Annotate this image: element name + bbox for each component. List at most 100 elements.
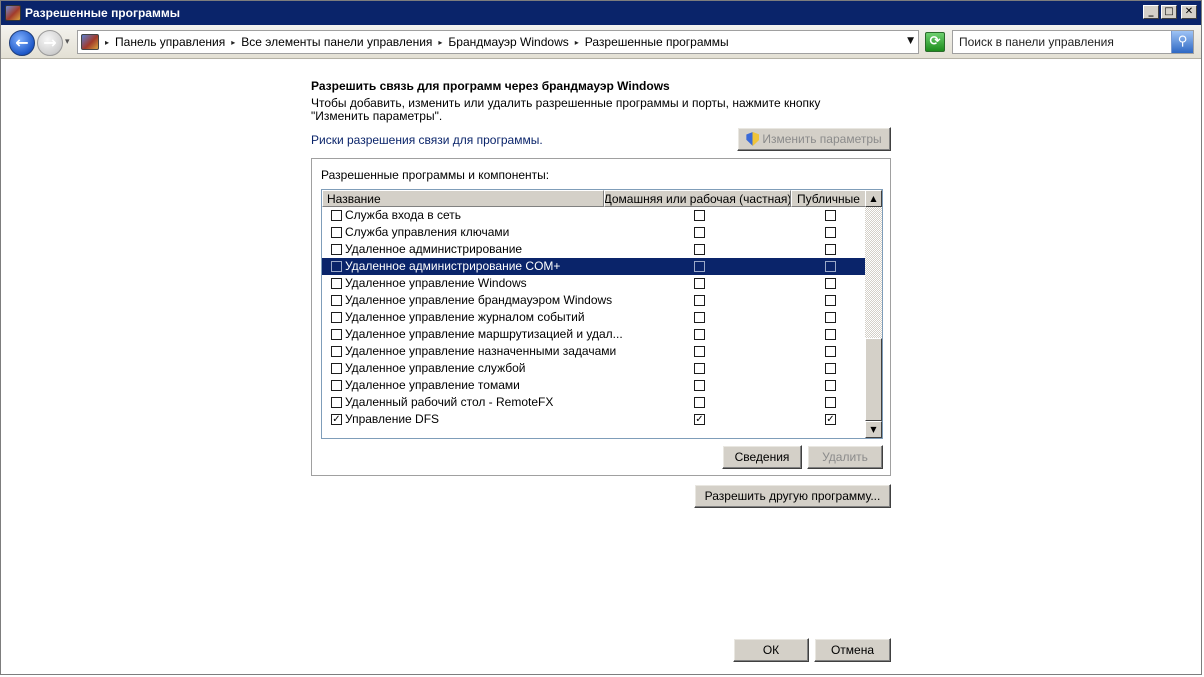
delete-button[interactable]: Удалить — [807, 445, 883, 469]
vertical-scrollbar[interactable]: ▲ ▼ — [865, 190, 882, 438]
scroll-thumb[interactable] — [865, 338, 882, 421]
rule-enabled-checkbox[interactable] — [331, 312, 342, 323]
table-row[interactable]: Удаленное управление журналом событий — [322, 309, 866, 326]
breadcrumb-all-items[interactable]: Все элементы панели управления — [241, 35, 432, 49]
search-box: ⚲ — [952, 30, 1194, 54]
scroll-down-icon[interactable]: ▼ — [865, 421, 882, 438]
public-network-checkbox[interactable] — [825, 312, 836, 323]
table-row[interactable]: Удаленное управление маршрутизацией и уд… — [322, 326, 866, 343]
chevron-right-icon[interactable]: ▸ — [575, 38, 579, 47]
public-network-checkbox[interactable] — [825, 329, 836, 340]
table-row[interactable]: ✓ Управление DFS ✓ ✓ — [322, 411, 866, 428]
public-network-checkbox[interactable] — [825, 295, 836, 306]
risk-link[interactable]: Риски разрешения связи для программы. — [311, 133, 543, 147]
page-title: Разрешить связь для программ через бранд… — [311, 79, 670, 93]
rule-enabled-checkbox[interactable] — [331, 295, 342, 306]
breadcrumb-allowed-programs[interactable]: Разрешенные программы — [585, 35, 729, 49]
table-row[interactable]: Служба входа в сеть — [322, 207, 866, 224]
close-button[interactable]: ✕ — [1181, 5, 1197, 19]
program-name: Служба управления ключами — [345, 225, 510, 239]
home-network-checkbox[interactable] — [694, 397, 705, 408]
home-network-checkbox[interactable] — [694, 227, 705, 238]
public-network-checkbox[interactable] — [825, 210, 836, 221]
breadcrumb[interactable]: ▸ Панель управления ▸ Все элементы панел… — [77, 30, 919, 54]
program-name: Удаленное администрирование — [345, 242, 523, 256]
forward-arrow-icon[interactable]: → — [37, 30, 63, 56]
table-row[interactable]: Удаленный рабочий стол - RemoteFX — [322, 394, 866, 411]
public-network-checkbox[interactable] — [825, 278, 836, 289]
public-network-checkbox[interactable] — [825, 244, 836, 255]
table-row[interactable]: Удаленное управление томами — [322, 377, 866, 394]
public-network-checkbox[interactable] — [825, 363, 836, 374]
column-header-home[interactable]: Домашняя или рабочая (частная) — [604, 190, 791, 207]
program-name: Удаленное управление брандмауэром Window… — [345, 293, 613, 307]
chevron-down-icon[interactable]: ▼ — [907, 36, 914, 46]
rule-enabled-checkbox[interactable]: ✓ — [331, 414, 342, 425]
program-name: Удаленное управление журналом событий — [345, 310, 585, 324]
column-header-public[interactable]: Публичные — [791, 190, 866, 207]
rule-enabled-checkbox[interactable] — [331, 397, 342, 408]
home-network-checkbox[interactable] — [694, 346, 705, 357]
table-row[interactable]: Удаленное администрирование — [322, 241, 866, 258]
table-row[interactable]: Служба управления ключами — [322, 224, 866, 241]
back-arrow-icon[interactable]: ← — [9, 30, 35, 56]
public-network-checkbox[interactable] — [825, 346, 836, 357]
rule-enabled-checkbox[interactable] — [331, 227, 342, 238]
home-network-checkbox[interactable]: ✓ — [694, 414, 705, 425]
table-row[interactable]: Удаленное управление назначенными задача… — [322, 343, 866, 360]
search-icon[interactable]: ⚲ — [1171, 31, 1193, 53]
public-network-checkbox[interactable] — [825, 227, 836, 238]
home-network-checkbox[interactable] — [694, 278, 705, 289]
search-input[interactable] — [953, 31, 1171, 53]
rule-enabled-checkbox[interactable] — [331, 363, 342, 374]
breadcrumb-firewall[interactable]: Брандмауэр Windows — [448, 35, 568, 49]
home-network-checkbox[interactable] — [694, 210, 705, 221]
refresh-icon[interactable]: ⟳ — [925, 32, 945, 52]
list-rows: Служба входа в сеть Служба управления клю… — [322, 207, 866, 428]
rule-enabled-checkbox[interactable] — [331, 380, 342, 391]
rule-enabled-checkbox[interactable] — [331, 210, 342, 221]
change-settings-button[interactable]: Изменить параметры — [737, 127, 891, 151]
programs-list[interactable]: Название Домашняя или рабочая (частная) … — [321, 189, 883, 439]
program-name: Удаленное управление назначенными задача… — [345, 344, 617, 358]
firewall-app-icon — [5, 5, 21, 21]
program-name: Удаленный рабочий стол - RemoteFX — [345, 395, 554, 409]
rule-enabled-checkbox[interactable] — [331, 329, 342, 340]
scroll-up-icon[interactable]: ▲ — [865, 190, 882, 207]
table-row[interactable]: Удаленное управление брандмауэром Window… — [322, 292, 866, 309]
program-name: Управление DFS — [345, 412, 440, 426]
home-network-checkbox[interactable] — [694, 363, 705, 374]
public-network-checkbox[interactable]: ✓ — [825, 414, 836, 425]
home-network-checkbox[interactable] — [694, 261, 705, 272]
public-network-checkbox[interactable] — [825, 380, 836, 391]
program-name: Служба входа в сеть — [345, 208, 461, 222]
details-button[interactable]: Сведения — [722, 445, 802, 469]
allow-other-program-button[interactable]: Разрешить другую программу... — [694, 484, 891, 508]
breadcrumb-control-panel[interactable]: Панель управления — [115, 35, 225, 49]
rule-enabled-checkbox[interactable] — [331, 278, 342, 289]
rule-enabled-checkbox[interactable] — [331, 244, 342, 255]
ok-button[interactable]: ОК — [733, 638, 809, 662]
cancel-button[interactable]: Отмена — [814, 638, 891, 662]
history-dropdown-icon[interactable]: ▾ — [65, 37, 70, 47]
rule-enabled-checkbox[interactable] — [331, 261, 342, 272]
program-name: Удаленное администрирование COM+ — [345, 259, 561, 273]
maximize-button[interactable]: □ — [1161, 5, 1177, 19]
column-header-name[interactable]: Название — [322, 190, 604, 207]
home-network-checkbox[interactable] — [694, 329, 705, 340]
table-row[interactable]: Удаленное управление Windows — [322, 275, 866, 292]
table-row[interactable]: Удаленное управление службой — [322, 360, 866, 377]
table-row[interactable]: Удаленное администрирование COM+ — [322, 258, 866, 275]
public-network-checkbox[interactable] — [825, 397, 836, 408]
chevron-right-icon[interactable]: ▸ — [231, 38, 235, 47]
public-network-checkbox[interactable] — [825, 261, 836, 272]
home-network-checkbox[interactable] — [694, 312, 705, 323]
chevron-right-icon[interactable]: ▸ — [438, 38, 442, 47]
rule-enabled-checkbox[interactable] — [331, 346, 342, 357]
home-network-checkbox[interactable] — [694, 295, 705, 306]
minimize-button[interactable]: _ — [1143, 5, 1159, 19]
chevron-right-icon[interactable]: ▸ — [105, 38, 109, 47]
home-network-checkbox[interactable] — [694, 380, 705, 391]
title-bar[interactable]: Разрешенные программы _ □ ✕ — [1, 1, 1201, 25]
home-network-checkbox[interactable] — [694, 244, 705, 255]
